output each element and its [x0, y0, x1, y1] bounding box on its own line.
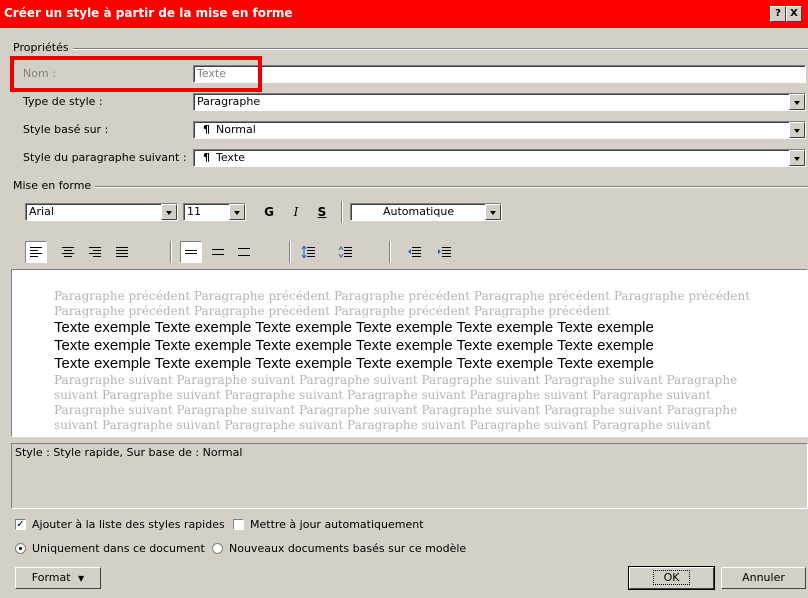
name-label: Nom : [23, 67, 56, 80]
help-button[interactable]: ? [770, 6, 786, 22]
format-button[interactable]: Format ▼ [15, 567, 101, 589]
new-documents-label[interactable]: Nouveaux documents basés sur ce modèle [229, 542, 466, 555]
size-select[interactable]: 11 [183, 203, 246, 221]
chevron-down-icon[interactable] [161, 204, 177, 220]
format-button-label: Format [31, 571, 71, 584]
based-on-value: Normal [216, 123, 256, 136]
space-before-icon [301, 246, 315, 258]
justify-icon [116, 247, 128, 257]
add-quick-styles-checkbox[interactable]: ✓ [15, 519, 26, 530]
previous-paragraph-line: Paragraphe précédent Paragraphe précéden… [54, 304, 611, 318]
align-center-button[interactable] [57, 241, 79, 263]
line-spacing-single-button[interactable] [180, 241, 202, 263]
style-preview: Paragraphe précédent Paragraphe précéden… [11, 269, 808, 437]
only-this-document-radio[interactable] [15, 543, 26, 554]
line-spacing-1-5-icon [212, 249, 224, 255]
chevron-down-icon[interactable] [789, 94, 805, 110]
paragraph-icon: ¶ [203, 151, 210, 164]
align-right-button[interactable] [84, 241, 106, 263]
align-right-icon [89, 247, 101, 257]
sample-text-line: Texte exemple Texte exemple Texte exempl… [54, 337, 654, 354]
toolbar-separator [289, 241, 291, 263]
formatting-divider [88, 186, 808, 188]
based-on-label: Style basé sur : [23, 123, 109, 136]
line-spacing-double-button[interactable] [233, 241, 255, 263]
next-paragraph-select[interactable]: ¶ Texte [193, 149, 806, 167]
formatting-group-label: Mise en forme [13, 179, 96, 192]
sample-text-line: Texte exemple Texte exemple Texte exempl… [54, 355, 654, 372]
chevron-down-icon[interactable] [789, 122, 805, 138]
line-spacing-single-icon [185, 250, 197, 254]
color-select[interactable]: Automatique [350, 203, 502, 221]
style-type-label: Type de style : [23, 95, 103, 108]
increase-indent-button[interactable] [433, 241, 455, 263]
style-type-select[interactable]: Paragraphe [193, 93, 806, 111]
ok-button-label: OK [652, 570, 691, 585]
next-paragraph-value: Texte [216, 151, 246, 164]
space-before-button[interactable] [297, 241, 319, 263]
chevron-down-icon[interactable] [229, 204, 245, 220]
justify-button[interactable] [111, 241, 133, 263]
next-paragraph-line: Paragraphe suivant Paragraphe suivant Pa… [54, 373, 738, 387]
toolbar-separator [389, 241, 391, 263]
properties-divider [60, 48, 808, 50]
space-after-button[interactable] [334, 241, 356, 263]
chevron-down-icon: ▼ [78, 574, 85, 583]
paragraph-icon: ¶ [203, 123, 210, 136]
align-left-button[interactable] [25, 241, 47, 263]
only-this-document-label[interactable]: Uniquement dans ce document [32, 542, 205, 555]
underline-button[interactable]: S [311, 201, 333, 223]
new-documents-radio[interactable] [212, 543, 223, 554]
italic-button[interactable]: I [285, 201, 307, 223]
next-paragraph-line: suivant Paragraphe suivant Paragraphe su… [54, 418, 711, 432]
based-on-select[interactable]: ¶ Normal [193, 121, 806, 139]
style-description: Style : Style rapide, Sur base de : Norm… [11, 443, 808, 509]
align-center-icon [62, 247, 74, 257]
bold-button[interactable]: G [258, 201, 280, 223]
toolbar-separator [341, 201, 343, 223]
space-after-icon [338, 246, 352, 258]
next-paragraph-line: suivant Paragraphe suivant Paragraphe su… [54, 388, 711, 402]
auto-update-label[interactable]: Mettre à jour automatiquement [250, 518, 424, 531]
line-spacing-1-5-button[interactable] [207, 241, 229, 263]
decrease-indent-button[interactable] [403, 241, 425, 263]
add-quick-styles-label[interactable]: Ajouter à la liste des styles rapides [32, 518, 225, 531]
previous-paragraph-line: Paragraphe précédent Paragraphe précéden… [54, 289, 751, 303]
size-value: 11 [187, 205, 201, 218]
next-paragraph-line: Paragraphe suivant Paragraphe suivant Pa… [54, 403, 738, 417]
auto-update-checkbox[interactable] [233, 519, 244, 530]
line-spacing-double-icon [238, 248, 250, 256]
close-button[interactable]: X [786, 6, 802, 22]
ok-button[interactable]: OK [628, 566, 715, 590]
color-value: Automatique [383, 205, 455, 218]
sample-text-line: Texte exemple Texte exemple Texte exempl… [54, 319, 654, 336]
font-value: Arial [29, 205, 54, 218]
title-bar: Créer un style à partir de la mise en fo… [0, 0, 808, 28]
chevron-down-icon[interactable] [485, 204, 501, 220]
name-field[interactable]: Texte [193, 65, 806, 83]
next-paragraph-label: Style du paragraphe suivant : [23, 151, 187, 164]
window-title: Créer un style à partir de la mise en fo… [4, 6, 293, 20]
properties-group-label: Propriétés [13, 41, 73, 54]
chevron-down-icon[interactable] [789, 150, 805, 166]
style-type-value: Paragraphe [197, 95, 261, 108]
cancel-button[interactable]: Annuler [721, 567, 806, 589]
align-left-icon [30, 247, 42, 257]
increase-indent-icon [438, 247, 451, 257]
font-select[interactable]: Arial [25, 203, 178, 221]
decrease-indent-icon [408, 247, 421, 257]
toolbar-separator [170, 241, 172, 263]
